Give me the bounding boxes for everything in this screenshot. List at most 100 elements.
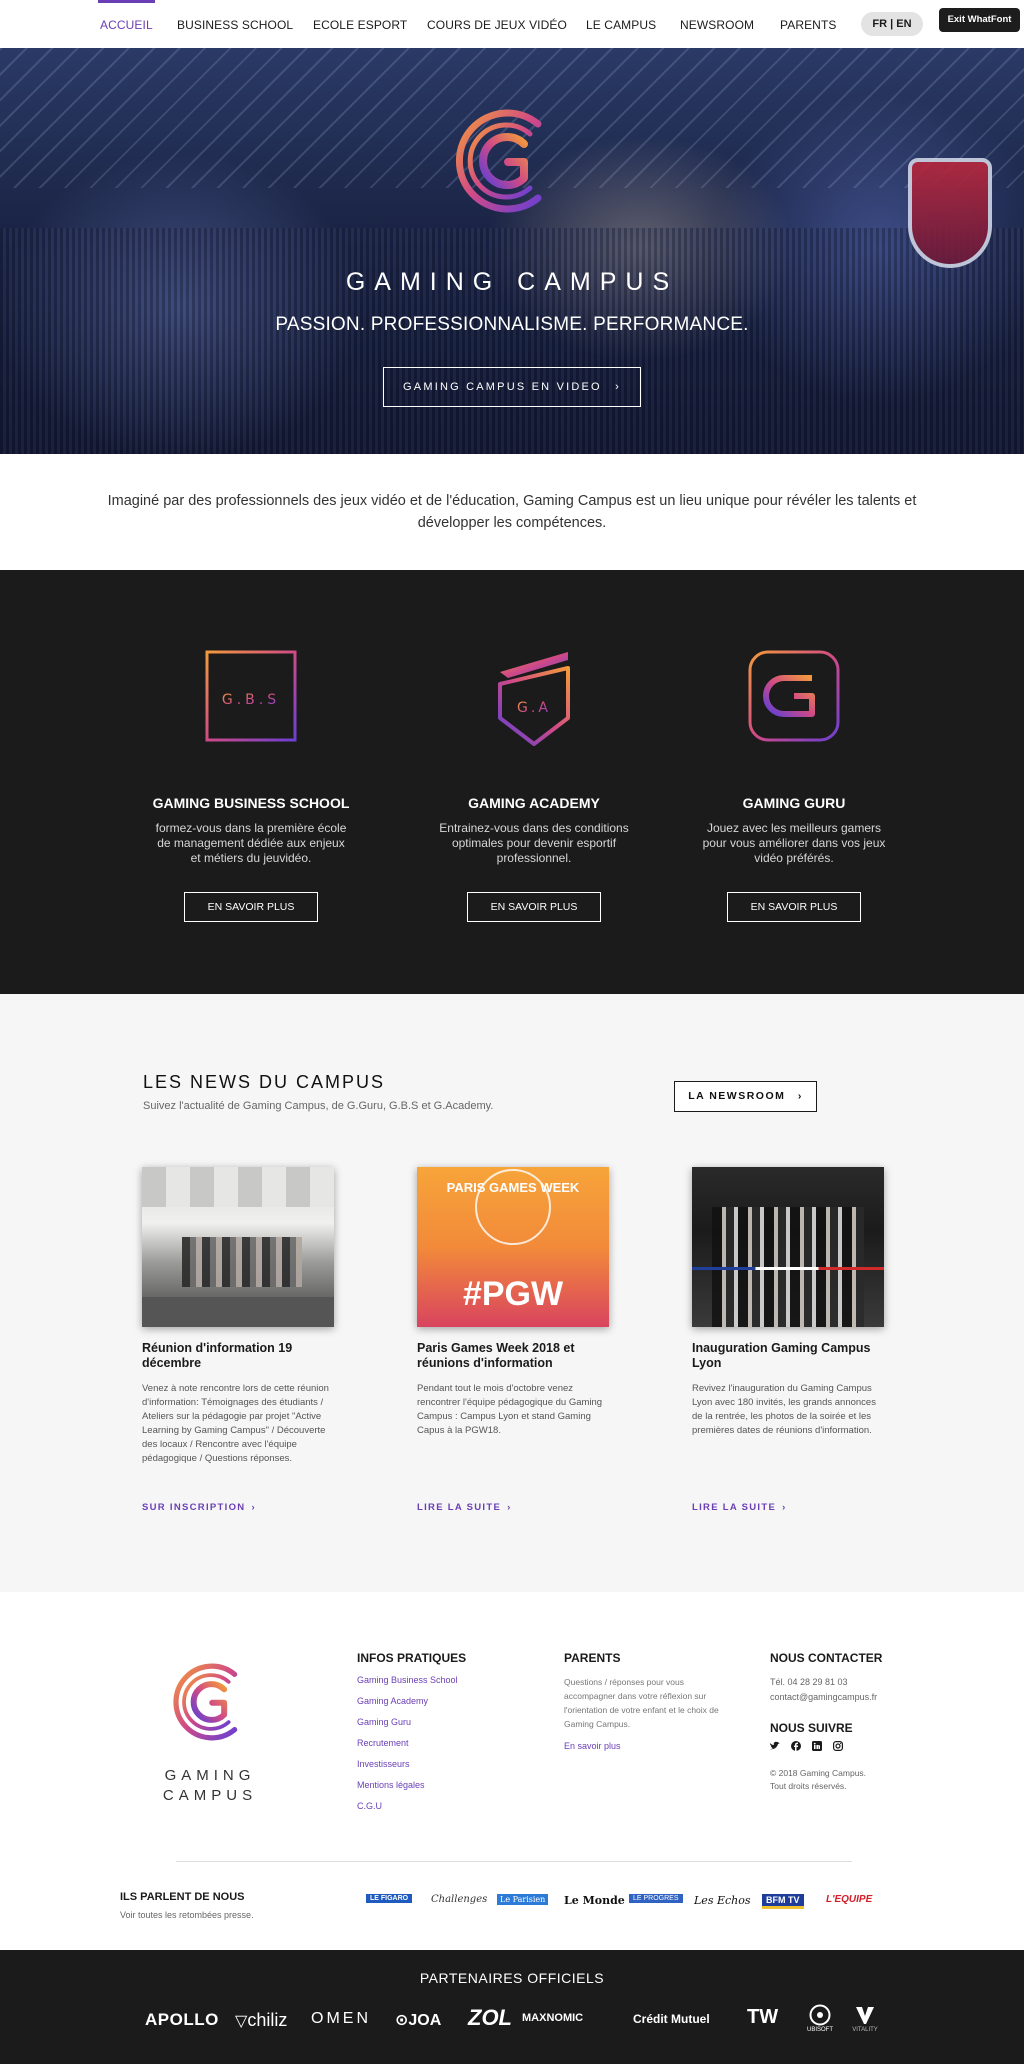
school-title: GAMING ACADEMY	[468, 795, 600, 811]
partner-logo-tw[interactable]: TW	[747, 2006, 778, 2029]
nav-item-accueil[interactable]: ACCUEIL	[98, 0, 155, 32]
news-card-title: Paris Games Week 2018 et réunions d'info…	[417, 1341, 575, 1370]
press-logo-monde[interactable]: Le Monde	[564, 1894, 625, 1907]
news-card[interactable]: Réunion d'information 19 décembre Venez …	[142, 1167, 334, 1513]
footer-brand-name: GAMING CAMPUS	[162, 1767, 258, 1804]
nav-item-business-school[interactable]: BUSINESS SCHOOL	[177, 18, 293, 32]
hero-tagline: PASSION. PROFESSIONNALISME. PERFORMANCE.	[275, 314, 749, 335]
pgw-hashtag: #PGW	[462, 1275, 564, 1313]
footer-link-recrutement[interactable]: Recrutement	[357, 1738, 466, 1748]
academy-learn-more-button[interactable]: EN SAVOIR PLUS	[467, 892, 601, 922]
news-card-image[interactable]: PARIS GAMES WEEK #PGW	[417, 1167, 609, 1327]
nav-item-ecole-esport[interactable]: ECOLE ESPORT	[313, 18, 407, 32]
hero-video-button[interactable]: GAMING CAMPUS EN VIDEO ›	[383, 367, 641, 407]
exit-whatfont-button[interactable]: Exit WhatFont	[939, 8, 1020, 32]
vitality-icon	[856, 2007, 874, 2024]
guru-learn-more-button[interactable]: EN SAVOIR PLUS	[727, 892, 861, 922]
image-floor	[142, 1297, 334, 1327]
instagram-icon[interactable]	[833, 1741, 843, 1751]
footer: GAMING CAMPUS INFOS PRATIQUES Gaming Bus…	[0, 1592, 1024, 1950]
news-card-link[interactable]: LIRE LA SUITE ›	[417, 1502, 512, 1513]
partner-logo-ubisoft[interactable]: UBISOFT	[806, 2004, 834, 2033]
school-title: GAMING BUSINESS SCHOOL	[152, 795, 350, 811]
press-logo-equipe[interactable]: L'EQUIPE	[826, 1894, 872, 1905]
press-logo-bfmtv[interactable]: BFM TV	[762, 1894, 804, 1909]
school-description: Entrainez-vous dans des conditions optim…	[439, 821, 629, 865]
footer-divider	[176, 1861, 852, 1862]
language-switcher[interactable]: FR | EN	[861, 12, 923, 36]
intro-section: Imaginé par des professionnels des jeux …	[0, 454, 1024, 570]
news-card-text: Venez à note rencontre lors de cette réu…	[142, 1383, 329, 1464]
gaming-campus-logo-icon	[455, 109, 542, 213]
top-nav: ACCUEIL BUSINESS SCHOOL ECOLE ESPORT COU…	[0, 0, 1024, 48]
footer-link-gbs[interactable]: Gaming Business School	[357, 1675, 466, 1685]
footer-copyright: © 2018 Gaming Campus.	[770, 1768, 867, 1778]
news-card-link[interactable]: SUR INSCRIPTION ›	[142, 1502, 256, 1513]
press-link[interactable]: Voir toutes les retombées presse.	[120, 1910, 254, 1920]
nav-item-newsroom[interactable]: NEWSROOM	[680, 18, 754, 32]
linkedin-icon[interactable]	[812, 1741, 822, 1751]
news-card-image[interactable]	[142, 1167, 334, 1327]
footer-link-academy[interactable]: Gaming Academy	[357, 1696, 466, 1706]
news-subtitle: Suivez l'actualité de Gaming Campus, de …	[143, 1100, 494, 1112]
footer-contact-column: NOUS CONTACTER Tél. 04 28 29 81 03 conta…	[770, 1651, 910, 1793]
school-title: GAMING GURU	[742, 795, 846, 811]
partner-logo-zol[interactable]: ZOL	[468, 2005, 512, 2031]
press-logo-parisien[interactable]: Le Parisien	[497, 1894, 549, 1905]
press-logo-challenges[interactable]: Challenges	[431, 1894, 487, 1905]
news-card-link[interactable]: LIRE LA SUITE ›	[692, 1502, 787, 1513]
image-people	[182, 1237, 302, 1287]
nav-item-parents[interactable]: PARENTS	[780, 18, 837, 32]
news-section: LES NEWS DU CAMPUS Suivez l'actualité de…	[0, 994, 1024, 1592]
academy-logo-icon: G.A	[498, 652, 570, 746]
partner-logo-credit-mutuel[interactable]: Crédit Mutuel	[633, 2012, 710, 2026]
press-title: ILS PARLENT DE NOUS	[120, 1891, 245, 1903]
news-card-title: Inauguration Gaming Campus Lyon	[692, 1341, 871, 1370]
gbs-learn-more-button[interactable]: EN SAVOIR PLUS	[184, 892, 318, 922]
nav-item-le-campus[interactable]: LE CAMPUS	[586, 18, 656, 32]
partner-logo-chiliz[interactable]: ▽chiliz	[235, 2010, 287, 2031]
chevron-right-icon: ›	[507, 1502, 512, 1513]
footer-parents-text: Questions / réponses pour vous accompagn…	[564, 1677, 719, 1729]
news-card-image[interactable]	[692, 1167, 884, 1327]
newsroom-button-label: LA NEWSROOM	[688, 1090, 786, 1102]
footer-link-investisseurs[interactable]: Investisseurs	[357, 1759, 466, 1769]
partner-logo-joa[interactable]: ⊙JOA	[395, 2010, 441, 2030]
twitter-icon[interactable]	[770, 1741, 780, 1751]
partner-logo-apollo[interactable]: APOLLO	[145, 2010, 219, 2030]
image-ribbon	[692, 1267, 884, 1270]
partners-section: PARTENAIRES OFFICIELS APOLLO ▽chiliz OME…	[0, 1950, 1024, 2064]
press-logo-echos[interactable]: Les Echos	[694, 1894, 751, 1907]
hero-title: GAMING CAMPUS	[345, 268, 679, 296]
hero-background-crowd	[0, 228, 1024, 454]
newsroom-button[interactable]: LA NEWSROOM ›	[674, 1081, 817, 1112]
footer-link-guru[interactable]: Gaming Guru	[357, 1717, 466, 1727]
news-card[interactable]: Inauguration Gaming Campus Lyon Revivez …	[692, 1167, 884, 1513]
footer-parents-link[interactable]: En savoir plus	[564, 1741, 719, 1751]
footer-email[interactable]: contact@gamingcampus.fr	[770, 1690, 910, 1705]
chevron-right-icon: ›	[797, 1090, 803, 1102]
press-logo-figaro[interactable]: LE FIGARO	[366, 1894, 413, 1903]
academy-logo-text: G.A	[517, 700, 551, 716]
gaming-campus-logo-icon[interactable]	[160, 1652, 260, 1752]
facebook-icon[interactable]	[791, 1741, 801, 1751]
partners-title: PARTENAIRES OFFICIELS	[419, 1970, 605, 1986]
ubisoft-icon	[809, 2004, 831, 2026]
schools-section: G.B.S GAMING BUSINESS SCHOOL formez-vous…	[0, 570, 1024, 994]
footer-rights: Tout droits réservés.	[770, 1781, 847, 1791]
hero-banner: GAMING CAMPUS PASSION. PROFESSIONNALISME…	[0, 48, 1024, 454]
footer-link-cgu[interactable]: C.G.U	[357, 1801, 466, 1811]
chiliz-icon: ▽	[235, 2013, 248, 2030]
school-description: formez-vous dans la première école de ma…	[155, 821, 347, 865]
footer-parents-column: PARENTS Questions / réponses pour vous a…	[564, 1651, 719, 1762]
news-card[interactable]: PARIS GAMES WEEK #PGW Paris Games Week 2…	[417, 1167, 609, 1513]
partner-logo-vitality[interactable]: VITALITY	[850, 2004, 880, 2033]
footer-phone: Tél. 04 28 29 81 03	[770, 1677, 848, 1687]
nav-item-cours-jeux-video[interactable]: COURS DE JEUX VIDÉO	[427, 18, 567, 32]
hero-video-button-label: GAMING CAMPUS EN VIDEO	[403, 381, 602, 393]
partner-logo-omen[interactable]: OMEN	[311, 2010, 371, 2028]
partner-logo-maxnomic[interactable]: MAXNOMIC	[522, 2012, 583, 2024]
joa-icon: ⊙	[395, 2012, 409, 2029]
footer-link-mentions[interactable]: Mentions légales	[357, 1780, 466, 1790]
press-logo-progres[interactable]: LE PROGRES	[629, 1894, 683, 1903]
